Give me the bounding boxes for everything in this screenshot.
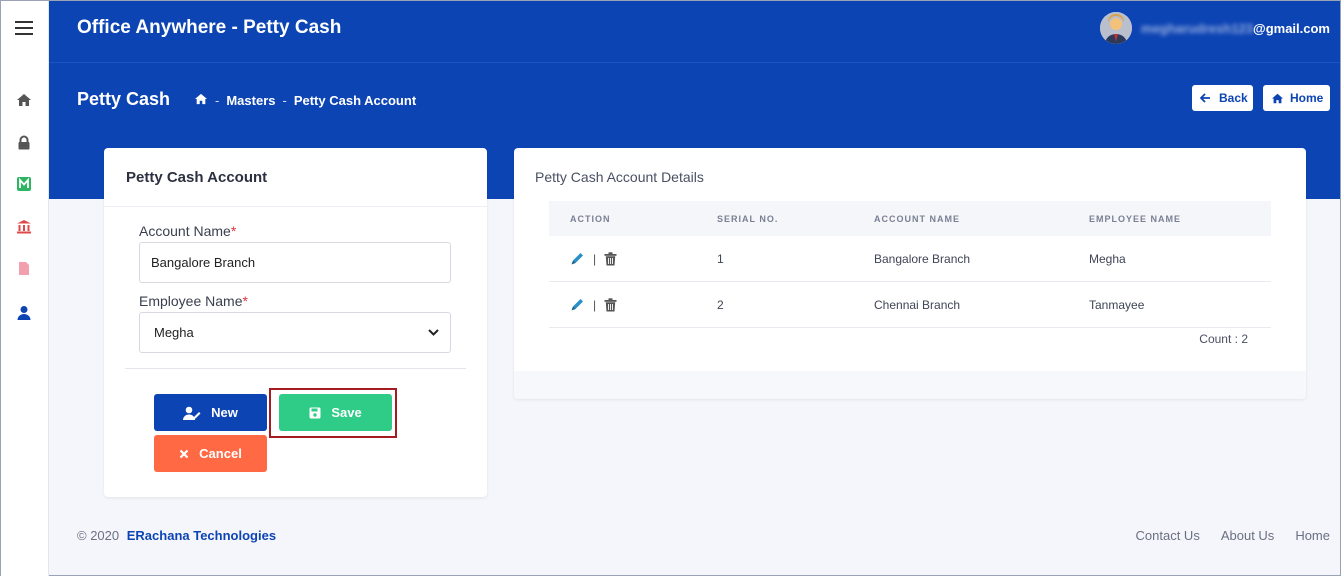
- table-row: | 2 Chennai Branch Tanmayee: [549, 282, 1271, 328]
- home-button[interactable]: Home: [1263, 85, 1330, 111]
- save-label: Save: [331, 405, 362, 420]
- user-email-hidden: megharudresh123: [1141, 20, 1254, 36]
- petty-cash-account-details: Petty Cash Account Details ACTION SERIAL…: [514, 148, 1306, 399]
- floppy-disk-icon: [309, 407, 321, 419]
- bank-icon[interactable]: [13, 215, 35, 237]
- back-label: Back: [1219, 91, 1248, 105]
- m-logo-icon[interactable]: [13, 173, 35, 195]
- footer-links: Contact Us About Us Home: [1115, 528, 1330, 543]
- cancel-label: Cancel: [199, 446, 242, 461]
- back-button[interactable]: Back: [1192, 85, 1253, 111]
- account-name-input[interactable]: Bangalore Branch: [139, 242, 451, 283]
- account-cell: Chennai Branch: [874, 297, 961, 312]
- employee-cell: Megha: [1089, 251, 1126, 266]
- copyright-text: © 2020: [77, 528, 120, 543]
- page-title: Petty Cash: [77, 89, 171, 109]
- serial-cell: 1: [717, 251, 724, 266]
- new-button[interactable]: New: [154, 394, 267, 431]
- breadcrumb: - Masters - Petty Cash Account: [194, 93, 416, 108]
- company-link[interactable]: ERachana Technologies: [127, 528, 276, 543]
- employee-cell: Tanmayee: [1089, 297, 1145, 312]
- user-icon[interactable]: [13, 301, 35, 323]
- top-bar: Office Anywhere - Petty Cash megharudres…: [49, 1, 1340, 63]
- employee-name-selected: Megha: [154, 325, 194, 340]
- chevron-down-icon: [428, 329, 439, 336]
- form-divider: [125, 368, 466, 369]
- record-count: Count : 2: [1199, 332, 1248, 346]
- close-icon: [179, 449, 189, 459]
- details-title: Petty Cash Account Details: [535, 169, 704, 185]
- file-icon[interactable]: [13, 257, 35, 279]
- column-header-employee: EMPLOYEE NAME: [1089, 213, 1182, 224]
- trash-icon[interactable]: [604, 251, 617, 266]
- employee-name-label: Employee Name*: [139, 293, 248, 309]
- action-separator: |: [593, 297, 597, 312]
- form-title: Petty Cash Account: [104, 148, 487, 207]
- user-email-domain: @gmail.com: [1253, 20, 1330, 36]
- table-header: ACTION SERIAL NO. ACCOUNT NAME EMPLOYEE …: [549, 201, 1271, 236]
- table-row: | 1 Bangalore Branch Megha: [549, 236, 1271, 282]
- employee-name-select[interactable]: Megha: [139, 312, 451, 353]
- breadcrumb-home-icon[interactable]: [194, 93, 208, 108]
- pencil-icon[interactable]: [570, 251, 585, 266]
- sidebar: [1, 1, 49, 576]
- footer-copyright: © 2020 ERachana Technologies: [77, 528, 276, 543]
- save-button[interactable]: Save: [279, 394, 392, 431]
- app-title: Office Anywhere - Petty Cash: [77, 17, 342, 38]
- accounts-table: ACTION SERIAL NO. ACCOUNT NAME EMPLOYEE …: [549, 201, 1271, 328]
- breadcrumb-separator: -: [215, 93, 220, 108]
- row-actions: |: [549, 297, 717, 312]
- user-edit-icon: [183, 406, 201, 420]
- arrow-left-icon: [1200, 93, 1211, 103]
- new-label: New: [211, 405, 238, 420]
- row-actions: |: [549, 251, 717, 266]
- column-header-serial: SERIAL NO.: [717, 213, 779, 224]
- user-menu[interactable]: megharudresh123 @gmail.com: [1100, 12, 1330, 44]
- home-icon[interactable]: [13, 89, 35, 111]
- serial-cell: 2: [717, 297, 724, 312]
- footer-link-home[interactable]: Home: [1295, 528, 1330, 543]
- breadcrumb-separator: -: [282, 93, 287, 108]
- breadcrumb-current: Petty Cash Account: [293, 93, 417, 108]
- lock-icon[interactable]: [13, 131, 35, 153]
- trash-icon[interactable]: [604, 297, 617, 312]
- account-name-label: Account Name*: [139, 223, 237, 239]
- avatar[interactable]: [1100, 12, 1133, 44]
- footer-link-about[interactable]: About Us: [1221, 528, 1274, 543]
- home-icon: [1271, 93, 1284, 104]
- column-header-account: ACCOUNT NAME: [874, 213, 960, 224]
- column-header-action: ACTION: [570, 213, 611, 224]
- hamburger-menu-icon[interactable]: [15, 21, 33, 35]
- card-footer-strip: [514, 371, 1306, 399]
- action-separator: |: [593, 251, 597, 266]
- home-label: Home: [1290, 91, 1324, 105]
- account-cell: Bangalore Branch: [874, 251, 971, 266]
- petty-cash-account-form: Petty Cash Account Account Name* Bangalo…: [104, 148, 487, 497]
- pencil-icon[interactable]: [570, 297, 585, 312]
- breadcrumb-masters[interactable]: Masters: [226, 93, 275, 108]
- cancel-button[interactable]: Cancel: [154, 435, 267, 472]
- footer-link-contact[interactable]: Contact Us: [1136, 528, 1200, 543]
